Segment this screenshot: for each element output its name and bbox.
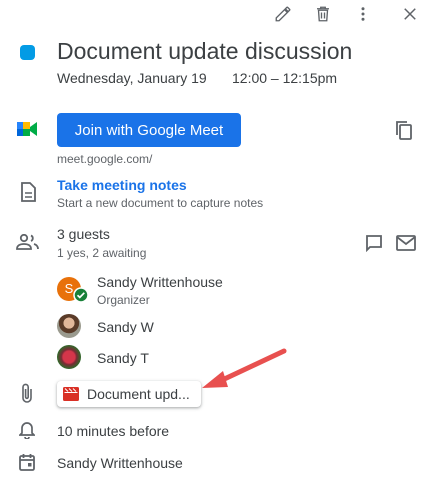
notes-subtitle: Start a new document to capture notes [57, 196, 264, 210]
event-date: Wednesday, January 19 [57, 70, 207, 86]
copy-icon [396, 121, 412, 140]
guest-name: Sandy T [97, 350, 149, 366]
take-notes-link[interactable]: Take meeting notes [57, 177, 187, 193]
event-color-swatch [20, 45, 35, 60]
video-file-icon [63, 387, 79, 401]
paperclip-icon [22, 383, 32, 403]
avatar [57, 314, 81, 338]
avatar [57, 345, 81, 369]
people-icon [16, 234, 39, 250]
guest-count: 3 guests [57, 226, 110, 242]
pencil-icon [275, 6, 291, 22]
chat-icon [366, 235, 382, 252]
event-time: 12:00 – 12:15pm [232, 70, 338, 86]
annotation-arrow-icon [202, 348, 287, 388]
event-details-panel: { "event": { "title": "Document update d… [0, 0, 431, 484]
attachment-label: Document upd... [87, 386, 190, 402]
email-guests-button[interactable] [394, 231, 418, 255]
calendar-icon [19, 454, 35, 471]
copy-link-button[interactable] [392, 118, 416, 142]
close-icon [404, 8, 416, 20]
more-vert-icon [361, 7, 365, 21]
event-title: Document update discussion [57, 38, 353, 64]
close-button[interactable] [398, 2, 422, 26]
document-icon [21, 182, 36, 202]
meet-link[interactable]: meet.google.com/ [57, 152, 152, 166]
trash-icon [317, 6, 329, 22]
guest-name: Sandy W [97, 319, 154, 335]
message-guests-button[interactable] [362, 231, 386, 255]
guest-status: 1 yes, 2 awaiting [57, 246, 147, 260]
bell-icon [19, 422, 35, 439]
attachment-chip[interactable]: Document upd... [57, 381, 201, 407]
calendar-owner: Sandy Writtenhouse [57, 455, 183, 471]
guest-role: Organizer [97, 293, 150, 307]
google-meet-icon [17, 122, 37, 136]
reminder-label: 10 minutes before [57, 423, 170, 439]
accepted-check-icon [73, 287, 89, 303]
edit-button[interactable] [271, 2, 295, 26]
join-meet-button[interactable]: Join with Google Meet [57, 113, 241, 147]
guest-name: Sandy Writtenhouse [97, 274, 223, 290]
mail-icon [396, 235, 416, 251]
delete-button[interactable] [311, 2, 335, 26]
more-options-button[interactable] [351, 2, 375, 26]
